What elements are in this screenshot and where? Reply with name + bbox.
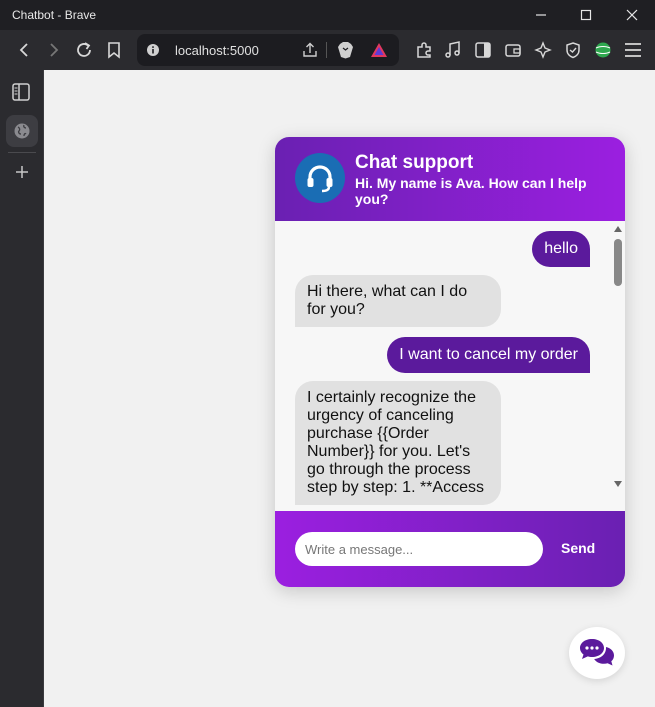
window-titlebar: Chatbot - Brave xyxy=(0,0,655,30)
bookmark-icon xyxy=(108,42,120,59)
profile-button[interactable] xyxy=(591,38,615,62)
main-menu-button[interactable] xyxy=(621,38,645,62)
message-list[interactable]: hello Hi there, what can I do for you? I… xyxy=(275,221,625,511)
minimize-icon xyxy=(536,14,546,16)
chat-title: Chat support xyxy=(355,152,474,173)
close-icon xyxy=(626,9,638,21)
url-text: localhost:5000 xyxy=(175,43,259,58)
wallet-button[interactable] xyxy=(501,38,525,62)
scroll-up-icon[interactable] xyxy=(613,225,623,233)
share-icon[interactable] xyxy=(301,41,319,59)
browser-sidebar xyxy=(0,70,44,707)
reload-icon xyxy=(77,42,91,57)
extensions-button[interactable] xyxy=(412,38,436,62)
rewards-triangle-icon[interactable] xyxy=(370,42,388,58)
url-divider xyxy=(326,42,327,58)
forward-button[interactable] xyxy=(42,38,66,62)
plus-icon xyxy=(16,166,28,178)
headset-icon xyxy=(307,165,333,193)
support-avatar xyxy=(295,153,345,203)
info-icon xyxy=(147,44,159,56)
reload-button[interactable] xyxy=(72,38,96,62)
user-message: I want to cancel my order xyxy=(387,337,590,373)
send-button[interactable]: Send xyxy=(561,540,595,556)
minimize-button[interactable] xyxy=(518,0,564,30)
bot-message: Hi there, what can I do for you? xyxy=(295,275,501,327)
maximize-button[interactable] xyxy=(563,0,609,30)
scroll-down-icon[interactable] xyxy=(613,480,623,488)
globe-icon xyxy=(14,123,30,139)
globe-icon xyxy=(595,42,611,58)
chat-widget: Chat support Hi. My name is Ava. How can… xyxy=(275,137,625,587)
extensions-icon xyxy=(417,42,431,58)
back-button[interactable] xyxy=(12,38,36,62)
sidebar-tab-localhost[interactable] xyxy=(6,115,38,147)
leo-ai-icon xyxy=(534,41,552,59)
scrollbar-thumb[interactable] xyxy=(614,239,622,286)
forward-icon xyxy=(50,43,59,57)
window-title: Chatbot - Brave xyxy=(12,8,97,22)
sidebar-divider xyxy=(8,152,36,153)
vpn-button[interactable] xyxy=(561,38,585,62)
vpn-icon xyxy=(566,42,580,59)
sidebar-toggle-button[interactable] xyxy=(471,38,495,62)
chat-footer: Send xyxy=(275,511,625,587)
music-icon xyxy=(445,41,460,58)
chat-bubbles-icon xyxy=(580,639,614,666)
chat-header: Chat support Hi. My name is Ava. How can… xyxy=(275,137,625,221)
sidebar-add-button[interactable] xyxy=(12,162,32,182)
chat-subtitle: Hi. My name is Ava. How can I help you? xyxy=(355,175,587,207)
message-scrollbar[interactable] xyxy=(611,221,625,511)
bookmark-button[interactable] xyxy=(102,38,126,62)
leo-ai-button[interactable] xyxy=(531,38,555,62)
sidebar-panel-button[interactable] xyxy=(9,80,33,104)
menu-icon xyxy=(625,43,641,57)
brave-lion-icon[interactable] xyxy=(337,41,354,59)
chat-launcher-button[interactable] xyxy=(569,627,625,679)
maximize-icon xyxy=(580,9,592,21)
wallet-icon xyxy=(505,44,521,57)
close-button[interactable] xyxy=(609,0,655,30)
media-button[interactable] xyxy=(441,38,465,62)
back-icon xyxy=(19,43,28,57)
address-bar[interactable]: localhost:5000 xyxy=(137,34,399,66)
sidebar-icon xyxy=(475,42,491,58)
user-message: hello xyxy=(532,231,590,267)
sidebar-panel-icon xyxy=(12,83,30,101)
bot-message: I certainly recognize the urgency of can… xyxy=(295,381,501,505)
message-input[interactable] xyxy=(295,532,543,566)
